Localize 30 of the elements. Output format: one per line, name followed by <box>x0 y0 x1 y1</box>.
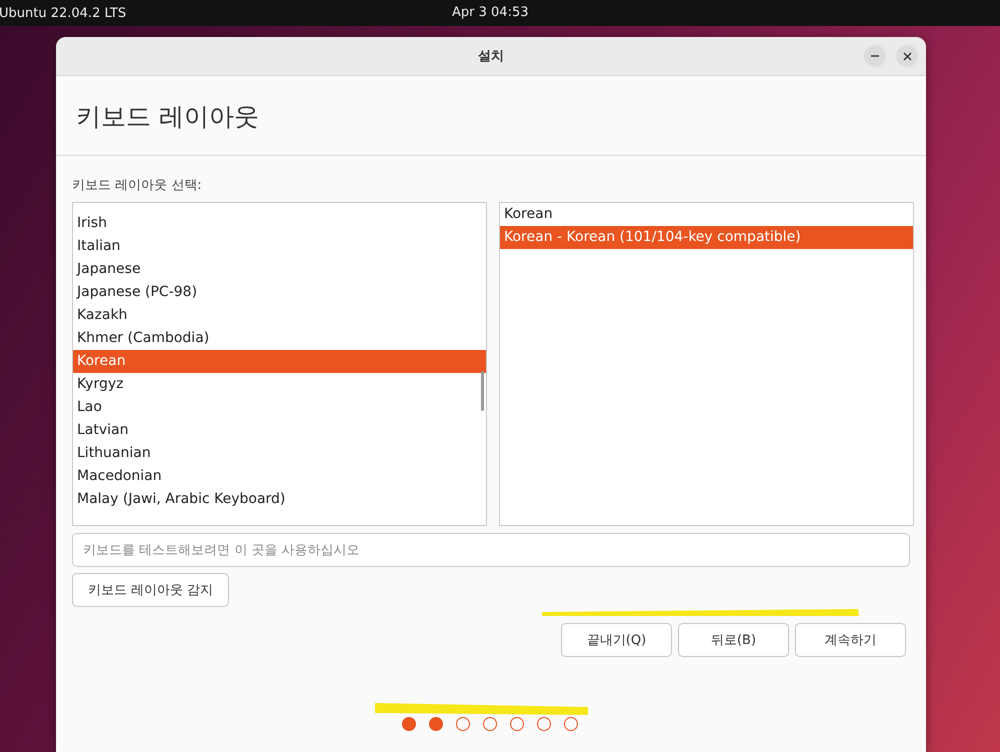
layout-list-item[interactable]: Irish <box>73 212 486 235</box>
layout-list-item[interactable]: Kyrgyz <box>73 373 486 396</box>
layout-list-item[interactable]: Macedonian <box>73 465 486 488</box>
variant-list-item[interactable]: Korean - Korean (101/104-key compatible) <box>500 226 913 249</box>
layout-list-item[interactable]: Kazakh <box>73 304 486 327</box>
layout-list-item[interactable]: Japanese (PC-98) <box>73 281 486 304</box>
page-heading: 키보드 레이아웃 <box>56 76 926 156</box>
layout-list-item[interactable]: Lithuanian <box>73 442 486 465</box>
detect-layout-button[interactable]: 키보드 레이아웃 감지 <box>72 573 229 607</box>
dialog-button[interactable]: 계속하기 <box>795 623 906 657</box>
close-button[interactable] <box>896 45 918 67</box>
layout-list-item[interactable]: Korean <box>73 350 486 373</box>
layout-label: 키보드 레이아웃 선택: <box>72 177 203 194</box>
layout-list-item[interactable]: Latvian <box>73 419 486 442</box>
scrollbar[interactable] <box>481 371 484 411</box>
layout-list-item[interactable]: Khmer (Cambodia) <box>73 327 486 350</box>
clock[interactable]: Apr 3 04:53 <box>452 5 528 20</box>
layout-list-item[interactable]: Italian <box>73 235 486 258</box>
window-title: 설치 <box>478 48 504 65</box>
layout-list-item[interactable]: Malay (Jawi, Arabic Keyboard) <box>73 488 486 511</box>
layout-list-item[interactable]: Japanese <box>73 258 486 281</box>
dialog-button[interactable]: 끝내기(Q) <box>561 623 672 657</box>
layout-list-item[interactable]: Lao <box>73 396 486 419</box>
minimize-button[interactable] <box>864 45 886 67</box>
dialog-button[interactable]: 뒤로(B) <box>678 623 789 657</box>
keyboard-test-field[interactable]: 키보드를 테스트해보려면 이 곳을 사용하십시오 <box>72 533 910 567</box>
system-label: Ubuntu 22.04.2 LTS <box>0 6 126 20</box>
minimize-icon <box>871 55 879 57</box>
close-icon <box>902 52 912 60</box>
variant-list-item[interactable]: Korean <box>500 203 913 226</box>
